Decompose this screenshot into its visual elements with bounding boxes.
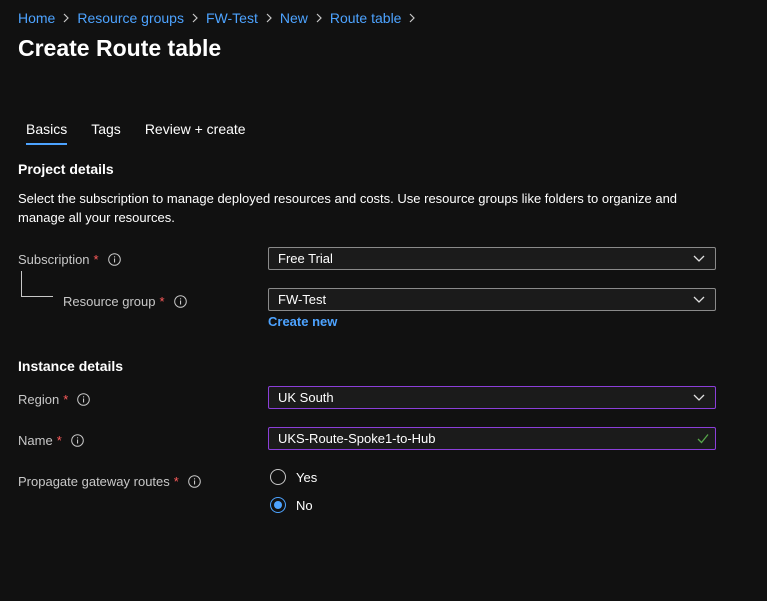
resource-group-label: Resource group * xyxy=(63,292,187,310)
region-value: UK South xyxy=(278,390,334,405)
breadcrumb: Home Resource groups FW-Test New Route t… xyxy=(18,8,423,28)
chevron-right-icon xyxy=(308,13,330,23)
propagate-gateway-routes-label: Propagate gateway routes * xyxy=(18,472,201,490)
radio-button[interactable] xyxy=(270,469,286,485)
info-icon[interactable] xyxy=(188,474,201,488)
breadcrumb-new[interactable]: New xyxy=(280,10,308,26)
subscription-select[interactable]: Free Trial xyxy=(268,247,716,270)
resource-group-label-text: Resource group xyxy=(63,293,156,309)
breadcrumb-route-table[interactable]: Route table xyxy=(330,10,402,26)
chevron-right-icon xyxy=(258,13,280,23)
tree-connector xyxy=(21,271,53,297)
info-icon[interactable] xyxy=(107,252,121,266)
name-input[interactable]: UKS-Route-Spoke1-to-Hub xyxy=(268,427,716,450)
chevron-down-icon xyxy=(693,394,705,401)
chevron-right-icon xyxy=(401,13,423,23)
name-value: UKS-Route-Spoke1-to-Hub xyxy=(278,431,436,446)
propagate-yes-radio[interactable]: Yes xyxy=(270,469,317,485)
required-marker: * xyxy=(56,432,62,448)
chevron-down-icon xyxy=(693,296,705,303)
propagate-no-radio[interactable]: No xyxy=(270,497,313,513)
name-label: Name * xyxy=(18,431,84,449)
radio-label-no: No xyxy=(296,497,313,513)
breadcrumb-resource-groups[interactable]: Resource groups xyxy=(77,10,184,26)
breadcrumb-home[interactable]: Home xyxy=(18,10,55,26)
info-icon[interactable] xyxy=(77,392,91,406)
region-select[interactable]: UK South xyxy=(268,386,716,409)
region-label-text: Region xyxy=(18,391,60,407)
radio-button-selected[interactable] xyxy=(270,497,286,513)
project-details-description: Select the subscription to manage deploy… xyxy=(18,191,678,225)
chevron-right-icon xyxy=(55,13,77,23)
tab-basics[interactable]: Basics xyxy=(18,119,75,145)
create-new-link[interactable]: Create new xyxy=(268,314,337,329)
tab-bar: Basics Tags Review + create xyxy=(18,119,254,149)
propagate-label-text: Propagate gateway routes xyxy=(18,473,170,489)
required-marker: * xyxy=(159,293,165,309)
resource-group-select[interactable]: FW-Test xyxy=(268,288,716,311)
resource-group-value: FW-Test xyxy=(278,292,327,307)
project-details-heading: Project details xyxy=(18,161,114,177)
info-icon[interactable] xyxy=(173,294,187,308)
chevron-right-icon xyxy=(184,13,206,23)
instance-details-heading: Instance details xyxy=(18,358,124,374)
checkmark-icon xyxy=(697,434,709,444)
radio-label-yes: Yes xyxy=(296,469,318,485)
subscription-value: Free Trial xyxy=(278,251,333,266)
chevron-down-icon xyxy=(693,255,705,262)
name-label-text: Name xyxy=(18,432,53,448)
info-icon[interactable] xyxy=(70,433,84,447)
required-marker: * xyxy=(93,251,99,267)
required-marker: * xyxy=(173,473,179,489)
page-title: Create Route table xyxy=(18,35,222,61)
subscription-label: Subscription * xyxy=(18,250,121,268)
required-marker: * xyxy=(63,391,69,407)
subscription-label-text: Subscription xyxy=(18,251,90,267)
breadcrumb-fw-test[interactable]: FW-Test xyxy=(206,10,258,26)
tab-tags[interactable]: Tags xyxy=(83,119,129,145)
tab-review-create[interactable]: Review + create xyxy=(137,119,254,145)
region-label: Region * xyxy=(18,390,91,408)
